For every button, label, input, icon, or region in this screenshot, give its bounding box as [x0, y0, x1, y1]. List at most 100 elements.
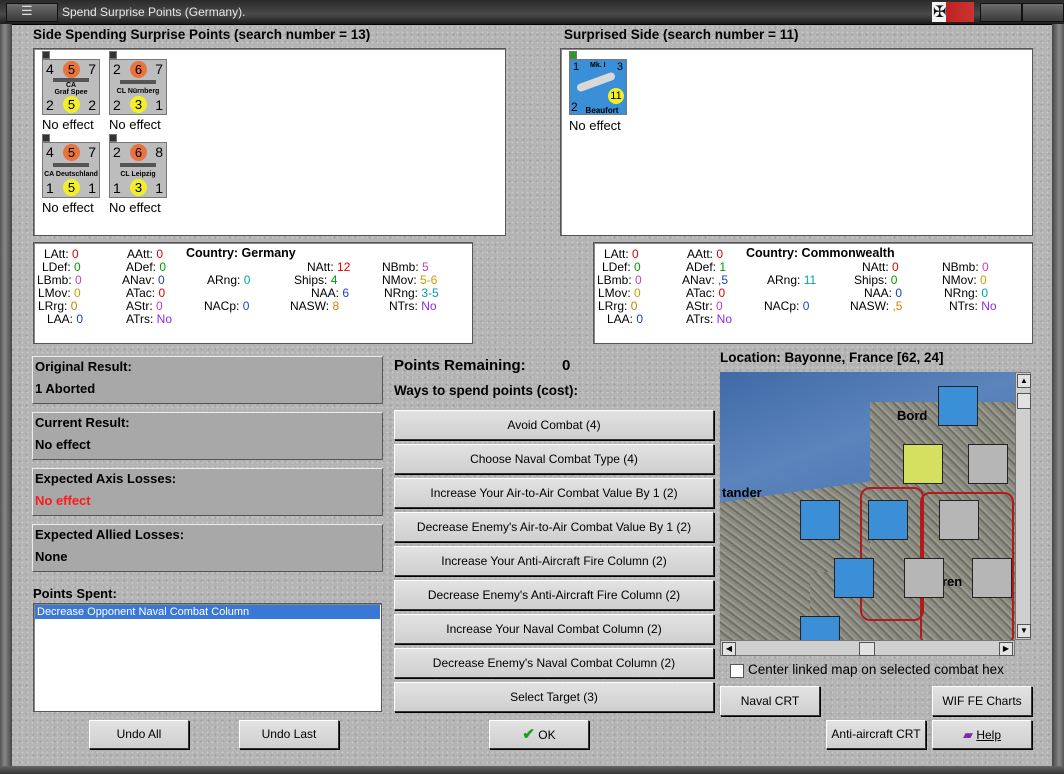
undo-last-button[interactable]: Undo Last — [239, 720, 339, 749]
counter-value: 5 — [63, 144, 80, 161]
map-unit-counter[interactable] — [800, 616, 840, 640]
counter-status: No effect — [569, 118, 621, 133]
select-target-button[interactable]: Select Target (3) — [394, 682, 714, 712]
allied-losses-label: Expected Allied Losses: — [35, 527, 185, 542]
location-label: Location: Bayonne, France [62, 24] — [720, 350, 944, 365]
country-label: Country: Germany — [186, 246, 296, 260]
current-result-panel: Current Result: No effect — [32, 412, 383, 460]
system-menu-button[interactable]: ☰ — [6, 3, 58, 22]
unit-marker-icon — [42, 51, 50, 59]
naval-crt-button[interactable]: Naval CRT — [720, 686, 820, 716]
unit-marker-icon — [109, 134, 117, 142]
stat-lbmb: LBmb: 0 — [37, 273, 82, 287]
scroll-thumb[interactable] — [859, 642, 875, 656]
unit-counter[interactable]: 2 6 7 CL Nürnberg 2 3 1 — [109, 59, 167, 115]
title-bar: ☰ Spend Surprise Points (Germany). — [0, 0, 1064, 25]
original-result-value: 1 Aborted — [35, 381, 96, 396]
decrease-enemy-naval-combat-button[interactable]: Decrease Enemy's Naval Combat Column (2) — [394, 648, 714, 678]
ok-button[interactable]: ✔ OK — [489, 720, 589, 749]
map-unit-counter[interactable] — [904, 558, 944, 598]
points-spent-list[interactable]: Decrease Opponent Naval Combat Column — [33, 603, 382, 712]
scroll-up-icon[interactable]: ▲ — [1017, 374, 1031, 388]
stat-atrs: ATrs: No — [686, 312, 733, 326]
ship-icon — [120, 80, 156, 84]
center-map-label: Center linked map on selected combat hex — [748, 662, 1004, 677]
increase-air-to-air-button[interactable]: Increase Your Air-to-Air Combat Value By… — [394, 478, 714, 508]
stat-naa: NAA: 0 — [864, 286, 903, 300]
avoid-combat-button[interactable]: Avoid Combat (4) — [394, 410, 714, 440]
map-unit-counter[interactable] — [972, 558, 1012, 598]
help-book-icon: ▰ — [962, 727, 973, 742]
surprised-units-box: 1 Mk. I 3 11 2 Beaufort No effect — [560, 48, 1033, 236]
stat-aatt: AAtt: 0 — [687, 247, 724, 261]
undo-all-button[interactable]: Undo All — [89, 720, 189, 749]
list-item[interactable]: Decrease Opponent Naval Combat Column — [35, 605, 380, 619]
map-unit-counter[interactable] — [800, 500, 840, 540]
stat-aatt: AAtt: 0 — [127, 247, 164, 261]
counter-value: 1 — [88, 180, 96, 196]
counter-name: CL Leipzig — [120, 171, 156, 178]
map-vertical-scrollbar[interactable]: ▲ ▼ — [1015, 372, 1031, 640]
wif-fe-charts-button[interactable]: WIF FE Charts — [932, 686, 1032, 716]
points-remaining-label: Points Remaining: — [394, 357, 526, 374]
unit-counter[interactable]: 4 5 7 CA Graf Spee 2 5 2 — [42, 59, 100, 115]
map-unit-counter[interactable] — [868, 500, 908, 540]
counter-value: 2 — [113, 61, 121, 77]
stat-naa: NAA: 6 — [311, 286, 350, 300]
counter-value: 2 — [113, 144, 121, 160]
ship-icon — [120, 163, 156, 167]
stat-ntrs: NTrs: No — [389, 299, 437, 313]
counter-value: 5 — [63, 179, 80, 196]
scroll-down-icon[interactable]: ▼ — [1017, 624, 1031, 638]
commonwealth-stats-box: LAtt: 0 LDef: 0 LBmb: 0 LMov: 0 LRrg: 0 … — [593, 242, 1033, 344]
map-unit-counter[interactable] — [939, 500, 979, 540]
stat-lrrg: LRrg: 0 — [38, 299, 78, 313]
right-side-heading: Surprised Side (search number = 11) — [564, 27, 799, 42]
counter-value: 11 — [608, 88, 624, 104]
points-remaining-value: 0 — [562, 357, 571, 374]
stat-natt: NAtt: 0 — [862, 260, 899, 274]
frame-bottom — [0, 766, 1064, 774]
original-result-label: Original Result: — [35, 359, 132, 374]
unit-counter[interactable]: 2 6 8 CL Leipzig 1 3 1 — [109, 142, 167, 198]
map-unit-counter[interactable] — [968, 444, 1008, 484]
scroll-thumb[interactable] — [1017, 393, 1031, 409]
scroll-left-icon[interactable]: ◀ — [722, 642, 736, 656]
choose-naval-combat-type-button[interactable]: Choose Naval Combat Type (4) — [394, 444, 714, 474]
scroll-right-icon[interactable]: ▶ — [999, 642, 1013, 656]
unit-counter[interactable]: 1 Mk. I 3 11 2 Beaufort — [569, 59, 627, 115]
center-map-checkbox[interactable] — [730, 664, 744, 678]
map-horizontal-scrollbar[interactable]: ◀ ▶ — [720, 640, 1015, 656]
counter-value: 8 — [155, 144, 163, 160]
unit-counter[interactable]: 4 5 7 CA Deutschland 1 5 1 — [42, 142, 100, 198]
help-button[interactable]: ▰ Help — [932, 720, 1032, 749]
map-unit-counter[interactable] — [938, 386, 978, 426]
stat-ships: Ships: 4 — [294, 273, 338, 287]
counter-value: 6 — [130, 61, 147, 78]
decrease-enemy-anti-aircraft-button[interactable]: Decrease Enemy's Anti-Aircraft Fire Colu… — [394, 580, 714, 610]
decrease-enemy-air-to-air-button[interactable]: Decrease Enemy's Air-to-Air Combat Value… — [394, 512, 714, 542]
map-unit-counter[interactable] — [903, 444, 943, 484]
stat-ntrs: NTrs: No — [949, 299, 997, 313]
stat-laa: LAA: 0 — [47, 312, 84, 326]
stat-astr: AStr: 0 — [686, 299, 723, 313]
stat-nrng: NRng: 3-5 — [384, 286, 439, 300]
points-spent-label: Points Spent: — [33, 586, 117, 601]
counter-value: 1 — [46, 180, 54, 196]
minimize-button[interactable] — [980, 3, 1022, 22]
spending-units-box: 4 5 7 CA Graf Spee 2 5 2 No effect 2 6 7 … — [33, 48, 506, 236]
increase-anti-aircraft-button[interactable]: Increase Your Anti-Aircraft Fire Column … — [394, 546, 714, 576]
menu-icon: ☰ — [21, 3, 33, 18]
stat-latt: LAtt: 0 — [44, 247, 79, 261]
stat-nbmb: NBmb: 0 — [942, 260, 989, 274]
anti-aircraft-crt-button[interactable]: Anti-aircraft CRT — [826, 720, 926, 749]
map-unit-counter[interactable] — [834, 558, 874, 598]
counter-value: 2 — [46, 97, 54, 113]
counter-value: 3 — [130, 179, 147, 196]
counter-value: 7 — [155, 61, 163, 77]
linked-map[interactable]: Bord tander ren — [720, 372, 1015, 640]
stat-astr: AStr: 0 — [126, 299, 163, 313]
increase-naval-combat-button[interactable]: Increase Your Naval Combat Column (2) — [394, 614, 714, 644]
counter-value: 1 — [155, 180, 163, 196]
close-button[interactable] — [1022, 3, 1064, 22]
